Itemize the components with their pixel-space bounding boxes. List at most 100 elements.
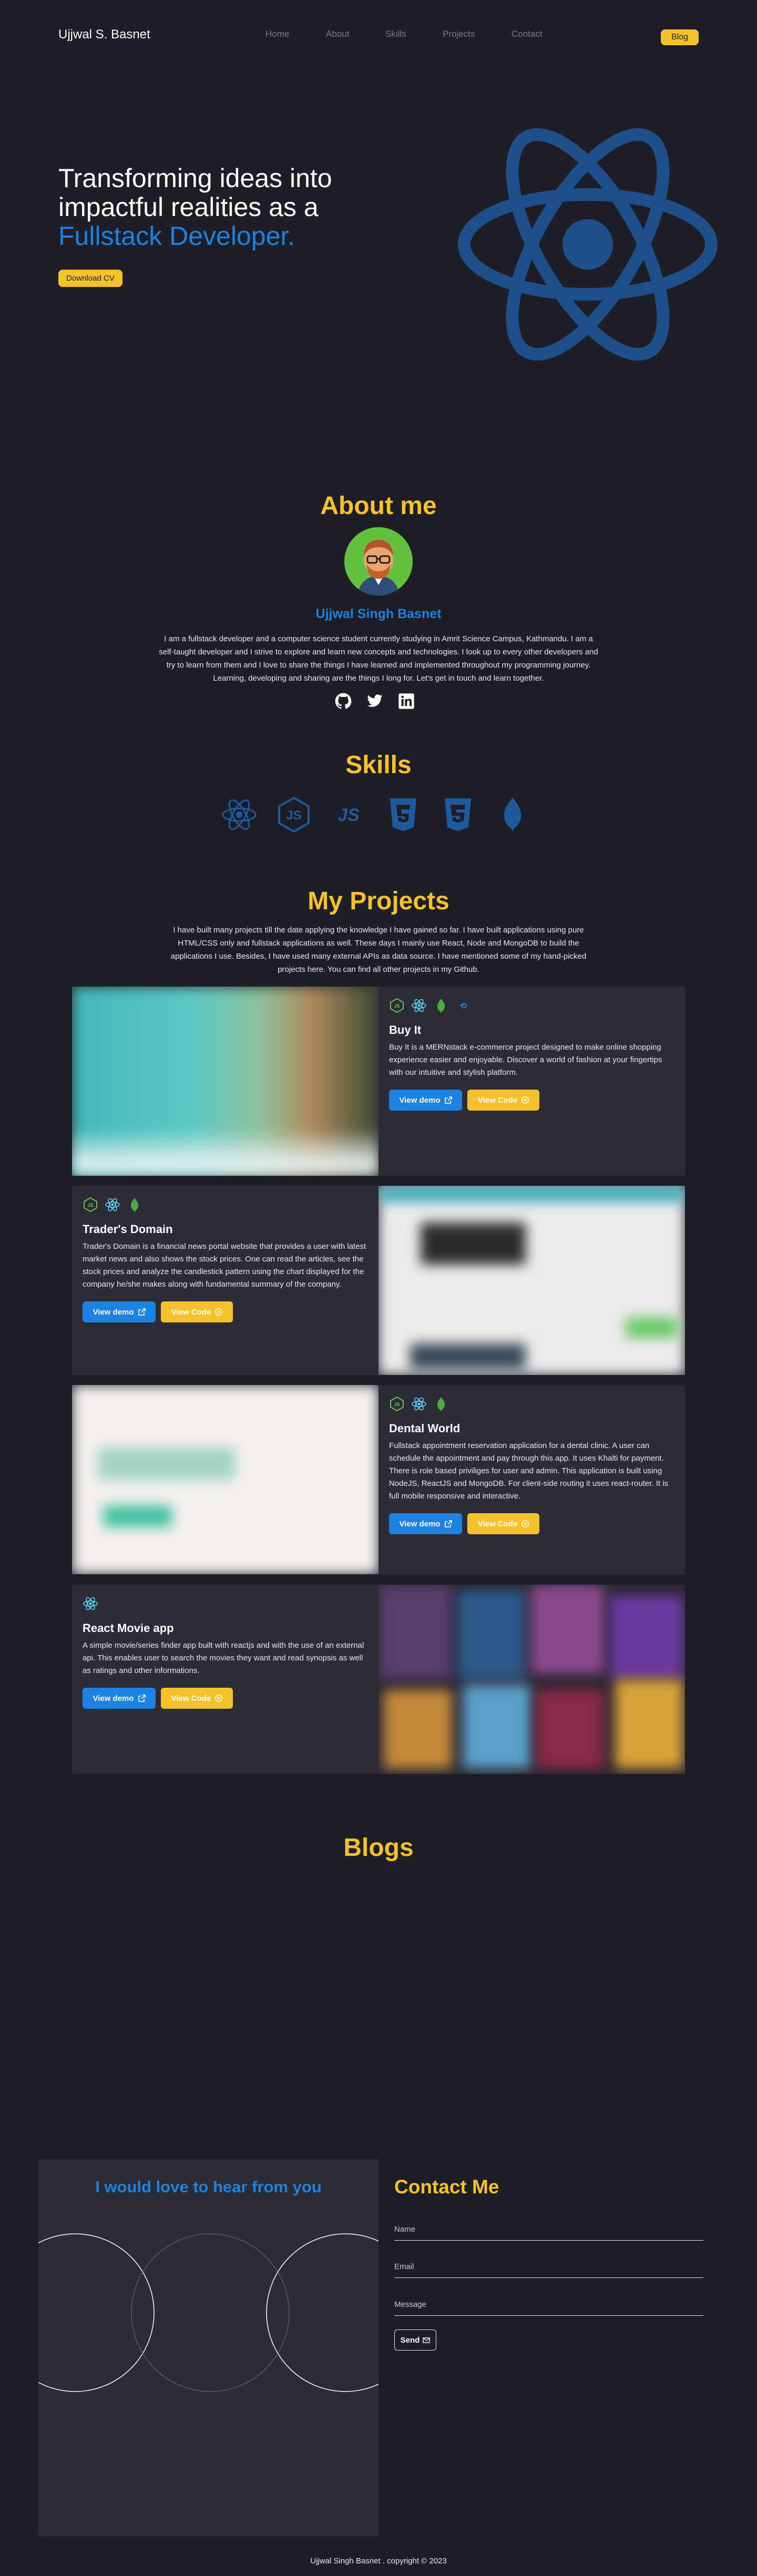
email-field[interactable]: Email (394, 2257, 703, 2278)
view-demo-button[interactable]: View demo (389, 1513, 462, 1534)
download-cv-button[interactable]: Download CV (58, 270, 122, 287)
project-body-traders-domain: JS Trader's Domain Trader's Domain is a … (72, 1186, 378, 1375)
project-card-buy-it: JS ⟲ Buy It Buy It is a MERNstack e-comm… (72, 987, 685, 1176)
nav-link-projects[interactable]: Projects (443, 29, 512, 39)
view-demo-label: View demo (93, 1307, 134, 1317)
navbar: Ujjwal S. Basnet Home About Skills Proje… (0, 0, 757, 70)
react-atom-icon (458, 128, 718, 361)
nav-link-home[interactable]: Home (265, 29, 326, 39)
nodejs-icon: JS (84, 1197, 97, 1213)
send-label: Send (400, 2335, 420, 2345)
nav-link-about[interactable]: About (326, 29, 385, 39)
email-placeholder: Email (394, 2262, 414, 2271)
github-icon (215, 1695, 223, 1702)
project-card-traders-domain: JS Trader's Domain Trader's Domain is a … (72, 1186, 685, 1375)
view-demo-button[interactable]: View demo (83, 1301, 156, 1322)
projects-title: My Projects (308, 887, 449, 915)
hero-title: Transforming ideas into impactful realit… (58, 164, 395, 251)
name-placeholder: Name (394, 2225, 416, 2234)
view-code-button[interactable]: View Code (467, 1513, 539, 1534)
github-icon[interactable] (335, 693, 352, 710)
external-link-icon (444, 1520, 452, 1527)
brand-logo[interactable]: Ujjwal S. Basnet (58, 27, 150, 42)
project-body-buy-it: JS ⟲ Buy It Buy It is a MERNstack e-comm… (378, 987, 685, 1176)
project-image-react-movie-app (378, 1585, 685, 1774)
about-title: About me (320, 492, 437, 520)
javascript-icon: JS (337, 805, 360, 825)
view-code-button[interactable]: View Code (161, 1688, 233, 1709)
react-icon (83, 1597, 98, 1610)
view-demo-label: View demo (399, 1095, 441, 1105)
send-button[interactable]: Send (394, 2329, 436, 2351)
react-icon (412, 1397, 426, 1411)
view-code-label: View Code (171, 1694, 211, 1703)
project-description: A simple movie/series finder app built w… (83, 1641, 364, 1675)
github-icon (521, 1096, 529, 1104)
message-field[interactable]: Message (394, 2295, 703, 2316)
project-title: Trader's Domain (83, 1223, 173, 1236)
view-code-label: View Code (477, 1519, 518, 1528)
svg-text:⟲: ⟲ (459, 1002, 467, 1011)
mongodb-icon (437, 999, 445, 1013)
svg-text:JS: JS (87, 1203, 93, 1208)
tech-stack (83, 1595, 368, 1612)
avatar (344, 527, 413, 596)
nav-links: Home About Skills Projects Contact (265, 29, 543, 39)
hero-line-2: impactful realities as a (58, 192, 319, 222)
mail-icon (423, 2337, 431, 2343)
name-field[interactable]: Name (394, 2220, 703, 2241)
react-icon (412, 999, 426, 1012)
html5-icon (390, 798, 416, 831)
nav-link-skills[interactable]: Skills (385, 29, 443, 39)
github-icon (215, 1308, 223, 1316)
about-name: Ujjwal Singh Basnet (315, 607, 442, 621)
project-body-react-movie-app: React Movie app A simple movie/series fi… (72, 1585, 378, 1774)
project-image-traders-domain (378, 1186, 685, 1375)
css3-icon (445, 798, 471, 831)
svg-text:JS: JS (337, 805, 360, 825)
circles-decoration (38, 2233, 378, 2392)
project-title: Dental World (389, 1422, 461, 1435)
external-link-icon (138, 1695, 146, 1702)
nodejs-icon: JS (278, 796, 310, 833)
nodejs-icon: JS (390, 998, 404, 1013)
project-card-react-movie-app: React Movie app A simple movie/series fi… (72, 1585, 685, 1774)
mongodb-icon (437, 1397, 445, 1412)
svg-text:JS: JS (394, 1402, 400, 1407)
twitter-icon[interactable] (366, 693, 383, 710)
project-description: Trader's Domain is a financial news port… (83, 1242, 366, 1289)
contact-title: Contact Me (394, 2176, 499, 2198)
contact-form: Contact Me Name Email Message Send (378, 2159, 719, 2537)
view-code-label: View Code (477, 1095, 518, 1105)
view-code-button[interactable]: View Code (161, 1301, 233, 1322)
contact-illustration-panel: I would love to hear from you (38, 2159, 378, 2537)
project-card-dental-world: JS Dental World Fullstack appointment re… (72, 1385, 685, 1574)
view-code-button[interactable]: View Code (467, 1090, 539, 1111)
view-demo-button[interactable]: View demo (83, 1688, 156, 1709)
mongodb-icon (504, 797, 521, 832)
hero-line-1: Transforming ideas into (58, 163, 332, 193)
react-icon (105, 1198, 120, 1212)
external-link-icon (138, 1308, 146, 1316)
nav-link-contact[interactable]: Contact (512, 29, 543, 39)
nodejs-icon: JS (390, 1396, 404, 1412)
view-demo-button[interactable]: View demo (389, 1090, 462, 1111)
project-image-dental-world (72, 1385, 378, 1574)
blog-button[interactable]: Blog (661, 29, 699, 45)
projects-intro: I have built many projects till the date… (170, 926, 587, 974)
tech-stack: JS (83, 1196, 368, 1213)
mongodb-icon (130, 1198, 139, 1213)
blogs-title: Blogs (343, 1834, 414, 1862)
project-title: React Movie app (83, 1621, 174, 1635)
hero-accent: Fullstack Developer. (58, 221, 295, 251)
redux-icon: ⟲ (459, 1002, 467, 1011)
external-link-icon (444, 1096, 452, 1104)
skills-title: Skills (345, 751, 412, 779)
linkedin-icon[interactable] (398, 693, 415, 710)
message-placeholder: Message (394, 2300, 426, 2309)
tech-stack: JS ⟲ (389, 997, 674, 1014)
project-description: Fullstack appointment reservation applic… (389, 1441, 669, 1501)
skills-list: JS JS (221, 796, 531, 833)
tech-stack: JS (389, 1395, 674, 1412)
about-text: I am a fullstack developer and a compute… (159, 634, 598, 683)
